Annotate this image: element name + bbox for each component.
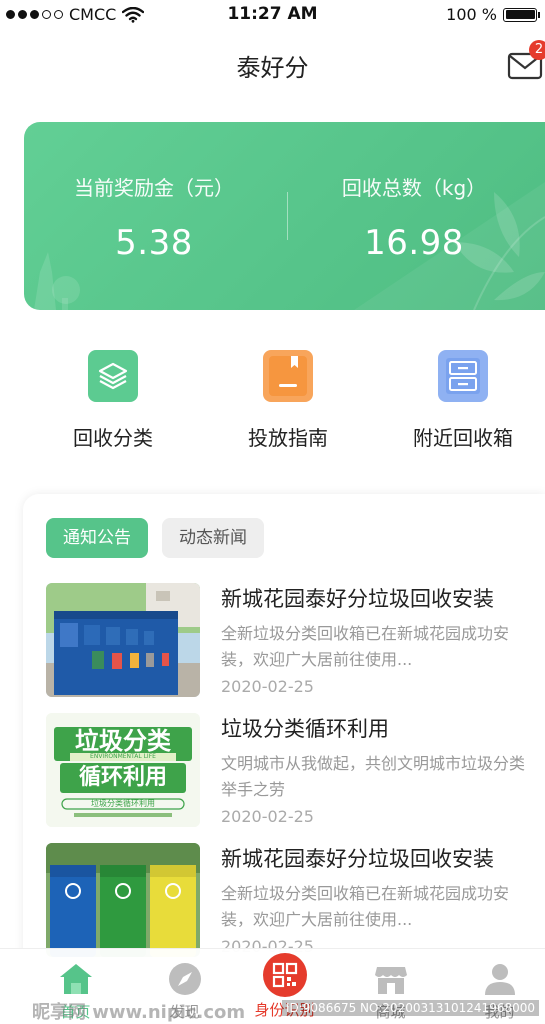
- quick-actions: 回收分类 投放指南 附近回收箱: [0, 350, 545, 460]
- status-bar: CMCC 11:27 AM 100 %: [0, 0, 545, 30]
- news-description: 全新垃圾分类回收箱已在新城花园成功安装，欢迎广大居前往使用...: [221, 884, 510, 929]
- shop-icon: [373, 961, 409, 997]
- summary-card: 当前奖励金（元） 5.38 回收总数（kg） 16.98: [24, 122, 545, 310]
- nav-bar: 泰好分 2: [0, 30, 545, 100]
- banner-text-secondary: 循环利用: [78, 765, 167, 790]
- news-date: 2020-02-25: [221, 677, 314, 696]
- watermark-site: 昵享网 www.nipic.com: [32, 1002, 246, 1023]
- user-icon: [482, 961, 518, 997]
- messages-button[interactable]: 2: [505, 40, 545, 84]
- news-description: 全新垃圾分类回收箱已在新城花园成功安装，欢迎广大居前往使用...: [221, 624, 510, 669]
- quick-action-recycle-category[interactable]: 回收分类: [33, 350, 193, 451]
- quick-action-label: 回收分类: [73, 426, 153, 450]
- news-list-item[interactable]: 垃圾分类 ENVIRONMENTAL LIFE 循环利用 垃圾分类循环利用 垃圾…: [46, 713, 545, 829]
- battery-icon: [503, 7, 540, 22]
- tab-news[interactable]: 动态新闻: [162, 518, 264, 558]
- battery-group: 100 %: [446, 5, 540, 24]
- compass-icon: [167, 961, 203, 997]
- unread-badge: 2: [529, 40, 545, 60]
- news-thumbnail: 垃圾分类 ENVIRONMENTAL LIFE 循环利用 垃圾分类循环利用: [46, 713, 200, 827]
- layers-icon: [88, 350, 138, 402]
- news-title: 垃圾分类循环利用: [221, 717, 389, 741]
- news-list-item[interactable]: 新城花园泰好分垃圾回收安装 全新垃圾分类回收箱已在新城花园成功安装，欢迎广大居前…: [46, 583, 545, 699]
- news-tabs: 通知公告 动态新闻: [46, 518, 264, 558]
- banner-text-en: ENVIRONMENTAL LIFE: [90, 753, 156, 760]
- reward-block: 当前奖励金（元） 5.38: [24, 172, 284, 263]
- qr-code-icon: [262, 953, 307, 997]
- news-description: 文明城市从我做起，共创文明城市垃圾分类举手之劳: [221, 754, 526, 799]
- quick-action-label: 附近回收箱: [413, 426, 513, 450]
- quick-action-label: 投放指南: [248, 426, 328, 450]
- watermark: 昵享网 www.nipic.com ID:9086675 NO:20200313…: [0, 996, 545, 1024]
- home-icon: [58, 961, 94, 997]
- news-thumbnail: [46, 843, 200, 957]
- news-card: 通知公告 动态新闻 新城花园泰好分垃圾回收安装 全新垃圾分类回收箱已在新城花园成…: [23, 494, 545, 1014]
- news-thumbnail: [46, 583, 200, 697]
- news-title: 新城花园泰好分垃圾回收安装: [221, 587, 494, 611]
- banner-text-main: 垃圾分类: [75, 727, 171, 755]
- tab-notices[interactable]: 通知公告: [46, 518, 148, 558]
- book-icon: [263, 350, 313, 402]
- banner-text-tag: 垃圾分类循环利用: [91, 799, 155, 808]
- reward-label: 当前奖励金（元）: [74, 176, 234, 200]
- news-title: 新城花园泰好分垃圾回收安装: [221, 847, 494, 871]
- news-list-item[interactable]: 新城花园泰好分垃圾回收安装 全新垃圾分类回收箱已在新城花园成功安装，欢迎广大居前…: [46, 843, 545, 959]
- recycle-value: 16.98: [364, 223, 464, 263]
- page-title: 泰好分: [236, 54, 309, 82]
- cabinet-icon: [438, 350, 488, 402]
- reward-value: 5.38: [115, 223, 193, 263]
- battery-percent: 100 %: [446, 5, 497, 24]
- watermark-id: ID:9086675 NO:20200313101241968000: [281, 1000, 539, 1016]
- recycle-label: 回收总数（kg）: [341, 176, 487, 200]
- quick-action-nearby-bins[interactable]: 附近回收箱: [383, 350, 543, 451]
- news-date: 2020-02-25: [221, 807, 314, 826]
- quick-action-guide[interactable]: 投放指南: [208, 350, 368, 451]
- recycle-block: 回收总数（kg） 16.98: [284, 172, 544, 263]
